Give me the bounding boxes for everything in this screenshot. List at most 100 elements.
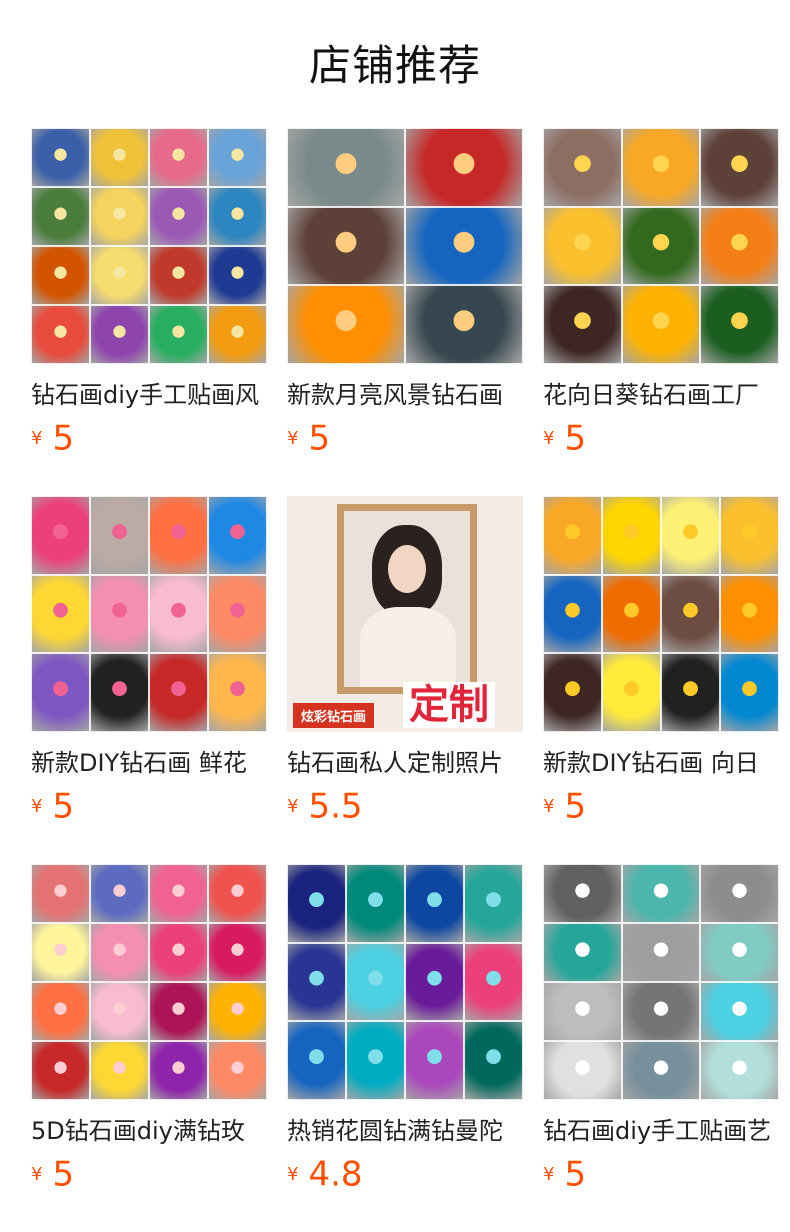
collage-tile	[346, 1021, 405, 1100]
collage-tile	[720, 496, 779, 575]
collage-tile	[149, 187, 208, 246]
collage-tile	[700, 864, 779, 923]
collage-tile	[208, 128, 267, 187]
price-value: 5	[52, 786, 75, 827]
product-title[interactable]: 钻石画diy手工贴画艺	[543, 1114, 779, 1148]
collage-tile	[208, 574, 267, 654]
collage-tile	[287, 942, 346, 1022]
collage-tile	[31, 864, 90, 923]
product-title[interactable]: 花向日葵钻石画工厂	[543, 378, 779, 412]
product-card[interactable]: 钻石画diy手工贴画风 ¥5	[31, 128, 267, 460]
product-title[interactable]: 5D钻石画diy满钻玫	[31, 1114, 267, 1148]
collage-tile	[31, 128, 90, 187]
collage-tile	[405, 285, 523, 364]
product-card[interactable]: 炫彩钻石画 定制 钻石画私人定制照片 ¥5.5	[287, 496, 523, 828]
collage-tile	[621, 1041, 701, 1100]
collage-tile	[661, 496, 720, 575]
collage-tile	[31, 246, 90, 305]
price-value: 5.5	[308, 786, 363, 827]
product-title[interactable]: 钻石画diy手工贴画风	[31, 378, 267, 412]
product-image[interactable]	[287, 128, 523, 364]
product-card[interactable]: 花向日葵钻石画工厂 ¥5	[543, 128, 779, 460]
image-collage	[543, 128, 779, 364]
currency-symbol: ¥	[543, 1163, 555, 1185]
collage-tile	[543, 206, 622, 286]
collage-tile	[346, 864, 405, 943]
product-image[interactable]	[543, 128, 779, 364]
product-price: ¥5	[31, 784, 267, 828]
collage-tile	[405, 1021, 464, 1100]
image-collage	[287, 864, 523, 1100]
collage-tile	[405, 206, 523, 286]
collage-tile	[31, 653, 90, 732]
collage-tile	[208, 864, 267, 923]
collage-tile	[208, 1041, 267, 1100]
product-price: ¥5	[31, 1152, 267, 1196]
collage-tile	[621, 923, 701, 982]
product-card[interactable]: 新款DIY钻石画 向日 ¥5	[543, 496, 779, 828]
collage-tile	[208, 305, 267, 364]
product-card[interactable]: 5D钻石画diy满钻玫 ¥5	[31, 864, 267, 1196]
collage-tile	[405, 864, 464, 943]
collage-tile	[543, 574, 602, 654]
collage-tile	[90, 1041, 149, 1100]
collage-tile	[90, 496, 149, 575]
currency-symbol: ¥	[543, 427, 555, 449]
product-card[interactable]: 新款DIY钻石画 鲜花 ¥5	[31, 496, 267, 828]
collage-tile	[287, 128, 405, 207]
collage-tile	[31, 305, 90, 364]
collage-tile	[90, 923, 149, 982]
collage-tile	[700, 923, 779, 982]
product-card[interactable]: 钻石画diy手工贴画艺 ¥5	[543, 864, 779, 1196]
product-title[interactable]: 热销花圆钻满钻曼陀	[287, 1114, 523, 1148]
collage-tile	[31, 496, 90, 575]
collage-tile	[149, 574, 208, 654]
collage-tile	[661, 653, 720, 732]
collage-tile	[149, 923, 208, 982]
image-collage	[31, 864, 267, 1100]
collage-tile	[90, 864, 149, 923]
currency-symbol: ¥	[287, 1163, 299, 1185]
collage-tile	[543, 496, 602, 575]
collage-tile	[543, 864, 622, 923]
collage-tile	[543, 653, 602, 732]
product-image[interactable]: 炫彩钻石画 定制	[287, 496, 523, 732]
collage-tile	[90, 305, 149, 364]
collage-tile	[149, 1041, 208, 1100]
product-image[interactable]	[31, 496, 267, 732]
product-image[interactable]	[31, 864, 267, 1100]
product-title[interactable]: 新款DIY钻石画 鲜花	[31, 746, 267, 780]
collage-tile	[621, 864, 701, 923]
price-value: 5	[564, 786, 587, 827]
product-image[interactable]	[287, 864, 523, 1100]
collage-tile	[543, 285, 622, 364]
collage-tile	[208, 653, 267, 732]
product-title[interactable]: 新款月亮风景钻石画	[287, 378, 523, 412]
product-price: ¥5	[543, 1152, 779, 1196]
product-image[interactable]	[31, 128, 267, 364]
collage-tile	[346, 942, 405, 1022]
collage-tile	[287, 285, 405, 364]
product-title[interactable]: 新款DIY钻石画 向日	[543, 746, 779, 780]
product-card[interactable]: 热销花圆钻满钻曼陀 ¥4.8	[287, 864, 523, 1196]
product-image[interactable]	[543, 864, 779, 1100]
collage-tile	[621, 285, 701, 364]
collage-tile	[208, 923, 267, 982]
price-value: 4.8	[308, 1154, 363, 1195]
product-price: ¥5	[287, 416, 523, 460]
collage-tile	[405, 128, 523, 207]
collage-tile	[31, 187, 90, 246]
collage-tile	[90, 574, 149, 654]
badge-custom: 定制	[403, 682, 495, 728]
collage-tile	[149, 982, 208, 1041]
image-collage	[31, 496, 267, 732]
image-collage	[543, 496, 779, 732]
currency-symbol: ¥	[287, 427, 299, 449]
collage-tile	[31, 982, 90, 1041]
product-image[interactable]	[543, 496, 779, 732]
collage-tile	[90, 246, 149, 305]
collage-tile	[621, 982, 701, 1041]
product-card[interactable]: 新款月亮风景钻石画 ¥5	[287, 128, 523, 460]
product-title[interactable]: 钻石画私人定制照片	[287, 746, 523, 780]
collage-tile	[208, 982, 267, 1041]
